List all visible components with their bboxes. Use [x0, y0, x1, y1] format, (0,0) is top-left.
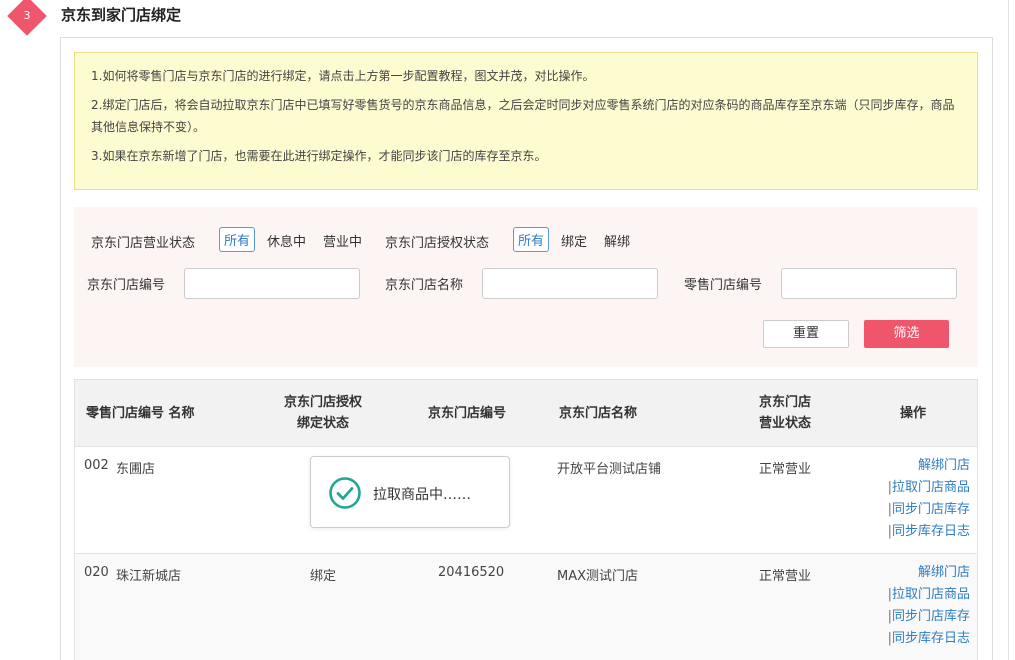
bind-status: 绑定 [310, 569, 337, 584]
filter-button[interactable]: 筛选 [864, 320, 949, 348]
business-status-option-all[interactable]: 所有 [219, 227, 256, 252]
header-auth-status-line1: 京东门店授权 [283, 395, 362, 410]
store-binding-table: 零售门店编号 名称 京东门店授权 绑定状态 京东门店编号 京东门店名称 京东门店… [74, 379, 978, 660]
table-row: 002 东圃店 开放平台测试店铺 正常营业 解绑门店 |拉取门店商品 |同步门店… [75, 447, 977, 554]
row-actions: 解绑门店 |拉取门店商品 |同步门店库存 |同步库存日志 [870, 455, 970, 543]
header-retail-store: 零售门店编号 名称 [86, 406, 195, 421]
notice-line: 3.如果在京东新增了门店，也需要在此进行绑定操作，才能同步该门店的库存至京东。 [91, 149, 547, 163]
divider [1008, 0, 1009, 660]
filter-panel: 京东门店营业状态 所有 休息中 营业中 京东门店授权状态 所有 绑定 解绑 京东… [74, 207, 978, 367]
retail-store-no-input[interactable] [781, 268, 957, 299]
table-row: 020 珠江新城店 绑定 20416520 MAX测试门店 正常营业 解绑门店 … [75, 554, 977, 660]
unbind-store-link[interactable]: 解绑门店 [870, 562, 970, 584]
table-header: 零售门店编号 名称 京东门店授权 绑定状态 京东门店编号 京东门店名称 京东门店… [75, 380, 977, 447]
header-jd-biz-status: 京东门店 营业状态 [755, 392, 815, 434]
jd-store-code: 20416520 [438, 565, 505, 580]
retail-store-code: 020 [84, 565, 109, 580]
header-auth-status: 京东门店授权 绑定状态 [273, 392, 373, 434]
header-jd-store-no: 京东门店编号 [427, 406, 506, 421]
retail-store-name: 东圃店 [116, 462, 156, 477]
jd-store-no-input[interactable] [184, 268, 360, 299]
header-jd-biz-status-line1: 京东门店 [758, 395, 811, 410]
auth-status-option-bound[interactable]: 绑定 [561, 231, 587, 250]
business-status-option-resting[interactable]: 休息中 [267, 231, 306, 250]
pull-store-goods-link[interactable]: |拉取门店商品 [870, 584, 970, 606]
unbind-store-link[interactable]: 解绑门店 [870, 455, 970, 477]
jd-biz-status: 正常营业 [759, 462, 812, 477]
notice-box: 1.如何将零售门店与京东门店的进行绑定，请点击上方第一步配置教程，图文并茂，对比… [74, 52, 978, 190]
section-title: 京东到家门店绑定 [61, 6, 182, 24]
header-actions: 操作 [899, 406, 926, 421]
loading-toast: 拉取商品中…… [310, 456, 510, 528]
header-auth-status-line2: 绑定状态 [296, 416, 349, 431]
check-circle-icon [329, 477, 361, 509]
jd-store-no-label: 京东门店编号 [87, 278, 166, 293]
business-status-option-open[interactable]: 营业中 [323, 231, 362, 250]
sync-stock-log-link[interactable]: |同步库存日志 [870, 628, 970, 650]
retail-store-name: 珠江新城店 [116, 569, 182, 584]
toast-message: 拉取商品中…… [373, 487, 471, 503]
pull-store-goods-link[interactable]: |拉取门店商品 [870, 477, 970, 499]
auth-status-option-all[interactable]: 所有 [513, 227, 550, 252]
header-jd-biz-status-line2: 营业状态 [758, 416, 811, 431]
jd-store-name: 开放平台测试店铺 [557, 462, 662, 477]
reset-button[interactable]: 重置 [763, 320, 849, 348]
header-jd-store-name: 京东门店名称 [559, 406, 638, 421]
sync-store-stock-link[interactable]: |同步门店库存 [870, 499, 970, 521]
jd-store-name-input[interactable] [482, 268, 658, 299]
retail-store-no-label: 零售门店编号 [684, 278, 763, 293]
sync-store-stock-link[interactable]: |同步门店库存 [870, 606, 970, 628]
retail-store-code: 002 [84, 458, 109, 473]
notice-line: 1.如何将零售门店与京东门店的进行绑定，请点击上方第一步配置教程，图文并茂，对比… [91, 69, 595, 83]
auth-status-label: 京东门店授权状态 [385, 236, 490, 251]
auth-status-option-unbound[interactable]: 解绑 [604, 231, 630, 250]
row-actions: 解绑门店 |拉取门店商品 |同步门店库存 |同步库存日志 [870, 562, 970, 650]
jd-store-name-label: 京东门店名称 [385, 278, 464, 293]
notice-line: 2.绑定门店后，将会自动拉取京东门店中已填写好零售货号的京东商品信息，之后会定时… [91, 98, 955, 134]
business-status-label: 京东门店营业状态 [91, 236, 196, 251]
jd-store-name: MAX测试门店 [557, 569, 639, 584]
jd-biz-status: 正常营业 [759, 569, 812, 584]
step-number: 3 [23, 9, 31, 22]
sync-stock-log-link[interactable]: |同步库存日志 [870, 521, 970, 543]
